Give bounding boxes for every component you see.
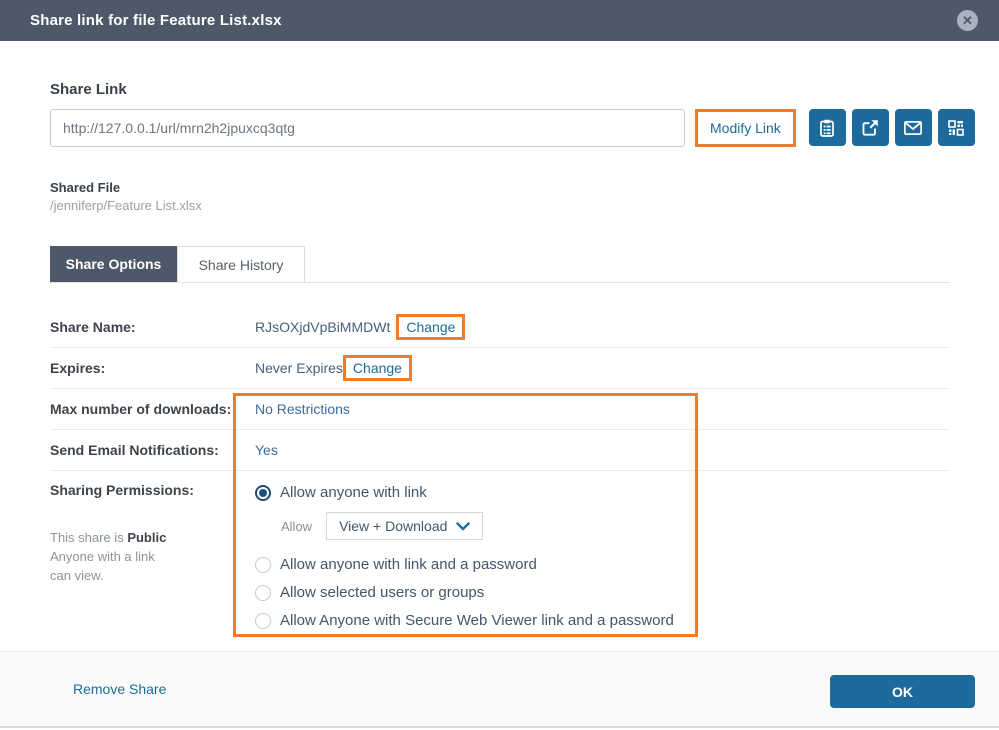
share-link-row: Modify Link: [50, 109, 975, 147]
dialog-title: Share link for file Feature List.xlsx: [30, 12, 282, 29]
tab-bar: Share Options Share History: [50, 246, 950, 283]
tab-share-history[interactable]: Share History: [177, 246, 305, 282]
max-downloads-row: Max number of downloads: No Restrictions: [50, 389, 950, 430]
radio-allow-link-and-password[interactable]: Allow anyone with link and a password: [255, 556, 674, 573]
email-notifications-row: Send Email Notifications: Yes: [50, 430, 950, 471]
close-icon[interactable]: ✕: [957, 10, 978, 31]
share-url-input[interactable]: [50, 109, 685, 147]
radio-unselected-icon[interactable]: [255, 613, 271, 629]
share-options-panel: Share Name: RJsOXjdVpBiMMDWt Change Expi…: [50, 307, 950, 640]
change-share-name-link[interactable]: Change: [396, 314, 465, 340]
email-link-button[interactable]: [895, 109, 932, 146]
dialog-footer: Remove Share OK: [0, 651, 999, 728]
radio-allow-anyone-with-link[interactable]: Allow anyone with link: [255, 484, 674, 501]
share-link-dialog: Share link for file Feature List.xlsx ✕ …: [0, 0, 999, 730]
tab-share-options[interactable]: Share Options: [50, 246, 177, 282]
copy-to-clipboard-button[interactable]: [809, 109, 846, 146]
permission-options: Allow anyone with link Allow View + Down…: [255, 482, 674, 640]
share-name-row: Share Name: RJsOXjdVpBiMMDWt Change: [50, 307, 950, 348]
radio-unselected-icon[interactable]: [255, 557, 271, 573]
share-status-note: This share is Public Anyone with a link …: [50, 528, 255, 585]
open-link-button[interactable]: [852, 109, 889, 146]
allow-permission-dropdown[interactable]: View + Download: [326, 512, 483, 540]
shared-file-label: Shared File: [50, 180, 120, 195]
email-notifications-label: Send Email Notifications:: [50, 442, 255, 458]
radio-selected-icon[interactable]: [255, 485, 271, 501]
allow-permission-row: Allow View + Download: [281, 512, 674, 540]
expires-row: Expires: Never Expires Change: [50, 348, 950, 389]
max-downloads-label: Max number of downloads:: [50, 401, 255, 417]
share-status-visibility: Public: [127, 530, 166, 545]
remove-share-link[interactable]: Remove Share: [73, 681, 166, 697]
expires-label: Expires:: [50, 360, 255, 376]
allow-label: Allow: [281, 519, 312, 534]
clipboard-icon: [819, 119, 835, 137]
sharing-permissions-label: Sharing Permissions:: [50, 482, 255, 498]
email-notifications-value[interactable]: Yes: [255, 442, 278, 458]
radio-allow-selected-users[interactable]: Allow selected users or groups: [255, 584, 674, 601]
radio-unselected-icon[interactable]: [255, 585, 271, 601]
chevron-down-icon: [456, 518, 470, 534]
external-link-icon: [862, 119, 879, 136]
share-name-value: RJsOXjdVpBiMMDWt: [255, 319, 390, 335]
qr-code-icon: [948, 120, 964, 136]
sharing-permissions-row: Sharing Permissions: This share is Publi…: [50, 471, 950, 640]
shared-file-path: /jenniferp/Feature List.xlsx: [50, 198, 202, 213]
allow-permission-selected-value: View + Download: [339, 518, 447, 534]
dialog-header: Share link for file Feature List.xlsx ✕: [0, 0, 999, 41]
qr-code-button[interactable]: [938, 109, 975, 146]
max-downloads-value[interactable]: No Restrictions: [255, 401, 350, 417]
share-name-label: Share Name:: [50, 319, 255, 335]
expires-value: Never Expires: [255, 360, 343, 376]
modify-link-button[interactable]: Modify Link: [695, 109, 796, 147]
ok-button[interactable]: OK: [830, 675, 975, 708]
envelope-icon: [904, 121, 922, 135]
change-expires-link[interactable]: Change: [343, 355, 412, 381]
share-link-section-label: Share Link: [50, 81, 127, 98]
link-action-buttons: [809, 109, 975, 146]
radio-allow-secure-web-viewer[interactable]: Allow Anyone with Secure Web Viewer link…: [255, 612, 674, 629]
